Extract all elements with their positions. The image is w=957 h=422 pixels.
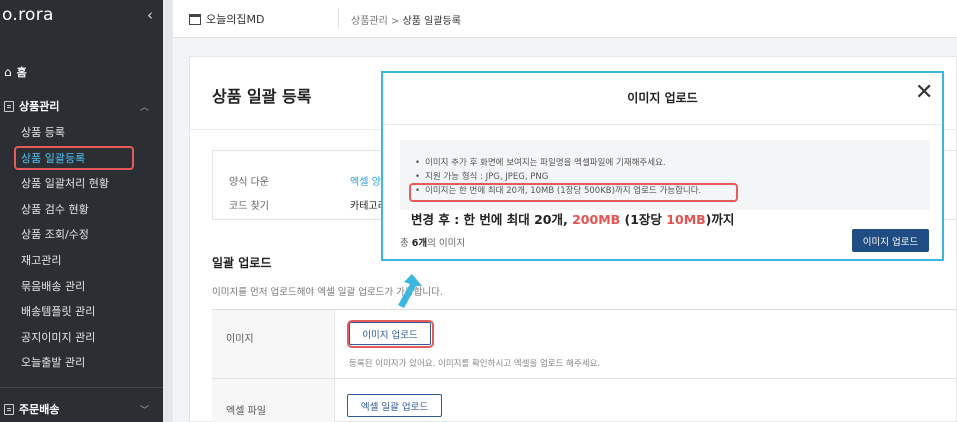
sidebar-item-product-register[interactable]: 상품 등록: [21, 120, 109, 146]
change-total-size: 200MB: [572, 212, 621, 227]
store-name[interactable]: 오늘의집MD: [189, 11, 264, 27]
change-prefix: 변경 후 : 한 번에 최대 20개,: [411, 212, 573, 227]
total-count: 6개: [411, 238, 428, 249]
excel-bulk-upload-button[interactable]: 엑셀 일괄 업로드: [347, 394, 442, 417]
modal-image-upload-button[interactable]: 이미지 업로드: [852, 229, 929, 252]
image-upload-highlight: [347, 320, 434, 348]
sidebar-item-bulk-status[interactable]: 상품 일괄처리 현황: [21, 171, 109, 197]
sidebar-group-orders[interactable]: 주문배송 ﹀: [4, 401, 149, 417]
total-suffix: 의 이미지: [427, 238, 466, 249]
annotation-arrow-icon: [398, 274, 422, 308]
document-icon: [4, 100, 14, 112]
breadcrumb-current: 상품 일괄등록: [402, 16, 461, 27]
image-row-label: 이미지: [226, 334, 254, 345]
top-bar: 오늘의집MD 상품관리 > 상품 일괄등록: [173, 0, 957, 38]
section-title: 일괄 업로드: [212, 256, 272, 270]
sidebar-item-today-departure[interactable]: 오늘출발 관리: [21, 350, 109, 376]
divider: [338, 8, 339, 28]
store-icon: [189, 13, 201, 25]
divider: [383, 124, 942, 125]
sidebar-item-product-edit[interactable]: 상품 조회/수정: [21, 222, 109, 248]
image-hint: 등록된 이미지가 있어요. 이미지를 확인하시고 엑셀을 업로드 해주세요.: [349, 359, 601, 369]
page-title: 상품 일괄 등록: [212, 87, 312, 106]
chevron-down-icon: ﹀: [139, 405, 149, 416]
chevron-up-icon: ︿: [139, 102, 149, 113]
breadcrumb-separator: >: [391, 16, 400, 27]
document-icon: [4, 403, 14, 415]
sidebar-group-product[interactable]: 상품관리 ︿: [4, 98, 149, 114]
notice-highlight: [409, 183, 738, 202]
row-divider: [212, 378, 957, 379]
notice-item: 지원 가능 형식 : JPG, JPEG, PNG: [415, 170, 548, 182]
image-total: 총 6개의 이미지: [400, 235, 465, 249]
change-mid: (1장당: [620, 212, 667, 227]
notice-box: 이미지 추가 후 화면에 보여지는 파일명을 엑셀파일에 기재해주세요. 지원 …: [400, 140, 930, 210]
sidebar-item-inventory[interactable]: 재고관리: [21, 248, 109, 274]
sidebar-group-label: 상품관리: [19, 100, 60, 113]
change-suffix: )까지: [705, 212, 735, 227]
sidebar-item-review-status[interactable]: 상품 검수 현황: [21, 197, 109, 223]
brand-logo: o.rora: [2, 5, 54, 25]
active-item-highlight: [14, 146, 134, 170]
sidebar: o.rora ‹ ⌂ 홈 상품관리 ︿ 상품 등록 상품 일괄등록 상품 일괄처…: [0, 0, 163, 422]
excel-row-label: 엑셀 파일: [226, 406, 266, 417]
sidebar-item-home[interactable]: ⌂ 홈: [4, 64, 27, 80]
notice-item: 이미지 추가 후 화면에 보여지는 파일명을 엑셀파일에 기재해주세요.: [415, 156, 666, 168]
sidebar-group-label: 주문배송: [19, 403, 60, 416]
sidebar-item-bundle-shipping[interactable]: 묶음배송 관리: [21, 274, 109, 300]
image-upload-modal: 이미지 업로드 ✕ 이미지 추가 후 화면에 보여지는 파일명을 엑셀파일에 기…: [381, 71, 944, 261]
code-search-label: 코드 찾기: [229, 201, 269, 212]
sidebar-item-notice-image[interactable]: 공지이미지 관리: [21, 325, 109, 351]
store-label: 오늘의집MD: [206, 13, 265, 26]
breadcrumb-parent[interactable]: 상품관리: [351, 16, 388, 27]
template-download-label: 양식 다운: [229, 177, 269, 188]
breadcrumb: 상품관리 > 상품 일괄등록: [351, 12, 461, 27]
sidebar-item-label: 홈: [16, 66, 27, 79]
sidebar-item-shipping-template[interactable]: 배송템플릿 관리: [21, 299, 109, 325]
sidebar-scroll-gutter: [163, 0, 173, 422]
sidebar-collapse-icon[interactable]: ‹: [147, 6, 153, 24]
home-icon: ⌂: [4, 65, 12, 79]
close-icon[interactable]: ✕: [915, 82, 933, 104]
change-annotation: 변경 후 : 한 번에 최대 20개, 200MB (1장당 10MB)까지: [411, 209, 734, 228]
total-prefix: 총: [400, 238, 412, 249]
modal-title: 이미지 업로드: [627, 91, 698, 105]
change-per-size: 10MB: [666, 212, 706, 227]
sidebar-divider: [0, 387, 163, 388]
upload-table: 이미지 이미지 업로드 등록된 이미지가 있어요. 이미지를 확인하시고 엑셀을…: [212, 309, 957, 422]
